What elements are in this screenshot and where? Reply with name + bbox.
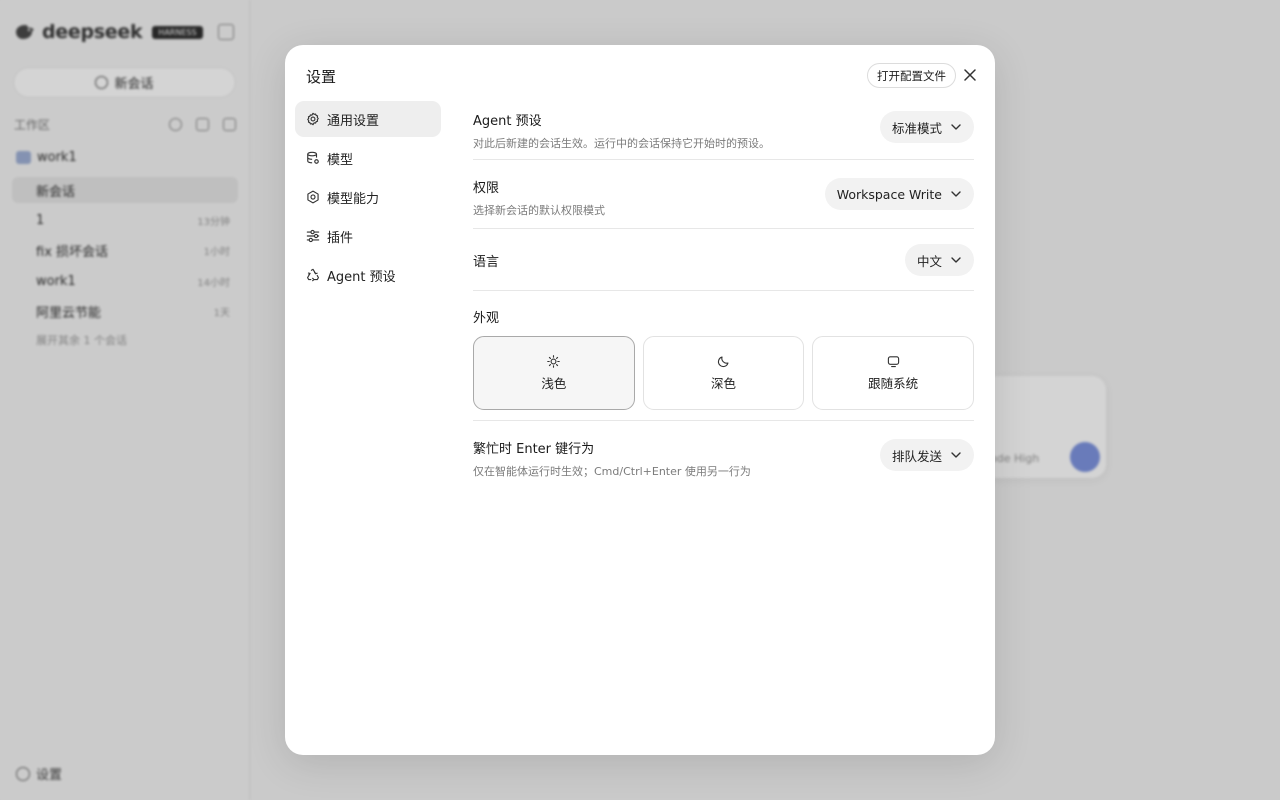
permission-select[interactable]: Workspace Write <box>824 178 974 210</box>
agent-preset-select[interactable]: 标准模式 <box>879 111 974 143</box>
modal-title: 设置 <box>306 68 337 86</box>
sliders-icon <box>306 229 320 243</box>
chevron-down-icon <box>951 257 961 263</box>
select-value: 排队发送 <box>891 448 942 464</box>
select-value: 标准模式 <box>891 120 942 136</box>
gear-icon <box>307 112 319 126</box>
chevron-down-icon <box>951 124 961 130</box>
moon-icon <box>717 355 729 367</box>
close-button[interactable] <box>961 66 979 84</box>
settings-content: Agent 预设 对此后新建的会话生效。运行中的会话保持它开始时的预设。 标准模… <box>473 101 975 489</box>
nav-label: 通用设置 <box>327 113 380 129</box>
recycle-icon <box>307 268 319 282</box>
nav-item-general[interactable]: 通用设置 <box>295 101 441 137</box>
settings-modal: 设置 打开配置文件 通用设置 模型 模型能力 插件 Agent 预设 Agent… <box>285 45 995 755</box>
setting-row-appearance: 外观 浅色 深色 跟随系统 <box>473 291 975 421</box>
database-icon <box>307 151 319 164</box>
appearance-option-light[interactable]: 浅色 <box>473 336 635 410</box>
setting-row-permission: 权限 选择新会话的默认权限模式 Workspace Write <box>473 160 974 229</box>
appearance-options: 浅色 深色 跟随系统 <box>473 336 975 410</box>
appearance-option-dark[interactable]: 深色 <box>642 336 805 410</box>
option-label: 浅色 <box>541 375 567 391</box>
nav-item-model-capability[interactable]: 模型能力 <box>295 179 441 215</box>
monitor-icon <box>887 355 899 367</box>
busy-enter-select[interactable]: 排队发送 <box>879 439 974 471</box>
hexagon-gear-icon <box>307 190 319 204</box>
option-label: 深色 <box>711 375 737 391</box>
language-select[interactable]: 中文 <box>904 244 974 276</box>
nav-label: 模型能力 <box>327 191 380 207</box>
option-label: 跟随系统 <box>868 375 919 391</box>
close-icon <box>964 69 976 81</box>
chevron-down-icon <box>951 191 961 197</box>
appearance-option-system[interactable]: 跟随系统 <box>812 336 975 410</box>
select-value: Workspace Write <box>836 186 942 202</box>
nav-item-plugins[interactable]: 插件 <box>295 218 441 254</box>
setting-row-language: 语言 中文 <box>473 229 974 291</box>
sun-icon <box>547 354 561 368</box>
setting-row-busy-enter: 繁忙时 Enter 键行为 仅在智能体运行时生效；Cmd/Ctrl+Enter … <box>473 421 974 489</box>
select-value: 中文 <box>916 253 942 269</box>
setting-title: 语言 <box>473 255 500 270</box>
nav-item-model[interactable]: 模型 <box>295 140 441 176</box>
nav-label: Agent 预设 <box>327 269 396 285</box>
setting-title: 外观 <box>473 311 500 326</box>
settings-nav: 通用设置 模型 模型能力 插件 Agent 预设 <box>295 101 441 296</box>
chevron-down-icon <box>951 452 961 458</box>
open-config-file-button[interactable]: 打开配置文件 <box>867 63 956 88</box>
nav-item-agent-preset[interactable]: Agent 预设 <box>295 257 441 293</box>
nav-label: 模型 <box>327 152 354 168</box>
nav-label: 插件 <box>327 230 354 246</box>
setting-row-agent-preset: Agent 预设 对此后新建的会话生效。运行中的会话保持它开始时的预设。 标准模… <box>473 101 974 160</box>
